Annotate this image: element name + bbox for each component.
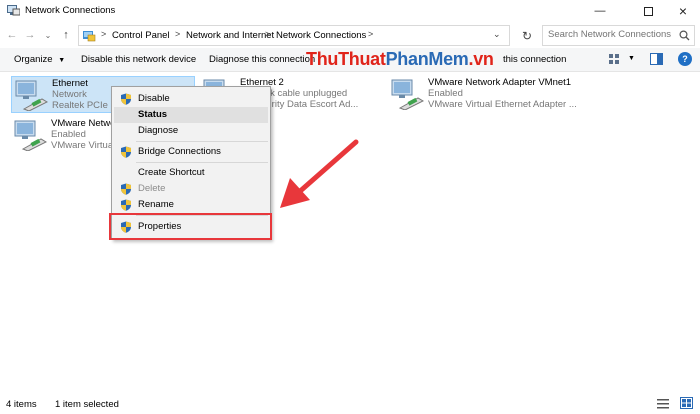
diagnose-connection-button[interactable]: Diagnose this connection	[209, 54, 315, 65]
watermark-part2: PhanMem	[385, 49, 469, 69]
connection-status: Enabled	[51, 129, 86, 140]
menu-item-label: Delete	[138, 183, 166, 194]
search-input[interactable]	[548, 29, 676, 40]
close-icon: ×	[678, 3, 688, 19]
properties-highlight-box	[109, 213, 272, 240]
breadcrumb-separator: >	[101, 29, 107, 39]
breadcrumb-network-connections[interactable]: Network Connections	[276, 30, 366, 41]
connection-status: Enabled	[428, 88, 463, 99]
search-box[interactable]	[542, 25, 695, 46]
address-dropdown-icon[interactable]: ⌄	[493, 29, 501, 40]
breadcrumb-separator: >	[265, 29, 271, 39]
close-button[interactable]: ×	[663, 0, 700, 22]
connection-name: VMware Netwo	[51, 118, 116, 129]
control-panel-icon	[83, 31, 96, 42]
menu-item-disable[interactable]: Disable	[114, 91, 268, 107]
uac-shield-icon	[121, 183, 131, 195]
breadcrumb-control-panel[interactable]: Control Panel	[112, 30, 170, 41]
back-button[interactable]: ←	[5, 27, 19, 43]
ethernet-adapter-icon	[15, 80, 48, 111]
arrow-right-icon: →	[24, 29, 36, 41]
menu-item-status[interactable]: Status	[114, 107, 268, 123]
connection-name: VMware Network Adapter VMnet1	[428, 77, 572, 88]
view-options-icon	[609, 54, 619, 64]
menu-item-label: Bridge Connections	[138, 146, 221, 157]
menu-item-label: Status	[138, 109, 168, 120]
search-icon	[679, 30, 690, 41]
uac-shield-icon	[121, 199, 131, 211]
menu-item-label: Create Shortcut	[138, 167, 205, 178]
menu-item-diagnose[interactable]: Diagnose	[114, 123, 268, 139]
disable-device-button[interactable]: Disable this network device	[81, 54, 196, 65]
forward-button[interactable]: →	[23, 27, 37, 43]
preview-pane-icon	[650, 53, 663, 65]
selection-count: 1 item selected	[55, 399, 119, 410]
menu-item-label: Diagnose	[138, 125, 179, 136]
menu-item-bridge-connections[interactable]: Bridge Connections	[114, 144, 268, 160]
breadcrumb-network-and-internet[interactable]: Network and Internet	[186, 30, 274, 41]
minimize-button[interactable]: —	[580, 0, 620, 22]
arrow-left-icon: ←	[6, 29, 18, 41]
title-bar: Network Connections — ×	[0, 0, 700, 22]
organize-menu[interactable]: Organize ▼	[14, 54, 65, 65]
connection-name: Ethernet	[52, 78, 88, 89]
refresh-button[interactable]: ↻	[518, 25, 536, 46]
connection-vmnet1[interactable]: VMware Network Adapter VMnet1 Enabled VM…	[388, 76, 578, 113]
menu-separator	[136, 162, 268, 163]
large-icons-view-button[interactable]	[680, 397, 693, 412]
connection-status: Network	[52, 89, 87, 100]
chevron-down-icon: ▼	[58, 57, 66, 64]
ethernet-adapter-icon	[391, 79, 424, 110]
maximize-button[interactable]	[628, 0, 668, 22]
ethernet-adapter-icon	[14, 120, 47, 151]
menu-item-label: Disable	[138, 93, 170, 104]
organize-label: Organize	[14, 54, 53, 65]
change-view-button[interactable]	[608, 53, 622, 68]
connection-vmware-network[interactable]: VMware Netwo Enabled VMware Virtual	[11, 117, 115, 154]
watermark-logo: ThuThuatPhanMem.vn	[306, 49, 494, 70]
large-icons-view-icon	[680, 397, 693, 409]
arrow-up-icon: ↑	[63, 29, 69, 41]
menu-item-delete: Delete	[114, 181, 268, 197]
status-bar: 4 items 1 item selected	[0, 394, 700, 414]
breadcrumb-separator: >	[175, 29, 181, 39]
up-button[interactable]: ↑	[59, 27, 73, 43]
menu-separator	[136, 141, 268, 142]
command-bar: Organize ▼ Disable this network device D…	[0, 48, 700, 72]
help-button[interactable]: ?	[678, 52, 692, 66]
details-view-button[interactable]	[657, 398, 669, 412]
watermark-part3: .vn	[468, 49, 494, 69]
chevron-down-icon: ⌄	[44, 30, 52, 40]
menu-item-rename[interactable]: Rename	[114, 197, 268, 213]
items-count: 4 items	[6, 399, 37, 410]
minimize-icon: —	[594, 5, 606, 17]
view-dropdown-icon[interactable]: ▼	[628, 55, 635, 62]
watermark-part1: ThuThuat	[306, 49, 386, 69]
uac-shield-icon	[121, 146, 131, 158]
details-view-icon	[657, 399, 669, 409]
preview-pane-button[interactable]	[650, 53, 663, 68]
rename-connection-button[interactable]: this connection	[503, 54, 566, 65]
menu-item-label: Rename	[138, 199, 174, 210]
menu-item-create-shortcut[interactable]: Create Shortcut	[114, 165, 268, 181]
connection-device: VMware Virtual Ethernet Adapter ...	[428, 99, 577, 110]
uac-shield-icon	[121, 93, 131, 105]
address-row: ← → ⌄ ↑ > Control Panel > Network and In…	[0, 22, 700, 48]
recent-locations-button[interactable]: ⌄	[41, 27, 55, 43]
help-icon: ?	[682, 54, 688, 64]
refresh-icon: ↻	[521, 28, 533, 43]
maximize-icon	[643, 6, 653, 16]
connection-device: VMware Virtual	[51, 140, 116, 151]
address-bar[interactable]: > Control Panel > Network and Internet >…	[78, 25, 510, 46]
breadcrumb-separator: >	[368, 29, 374, 39]
window-title: Network Connections	[25, 5, 116, 16]
network-connections-app-icon	[7, 5, 20, 16]
annotation-arrow	[280, 139, 359, 208]
